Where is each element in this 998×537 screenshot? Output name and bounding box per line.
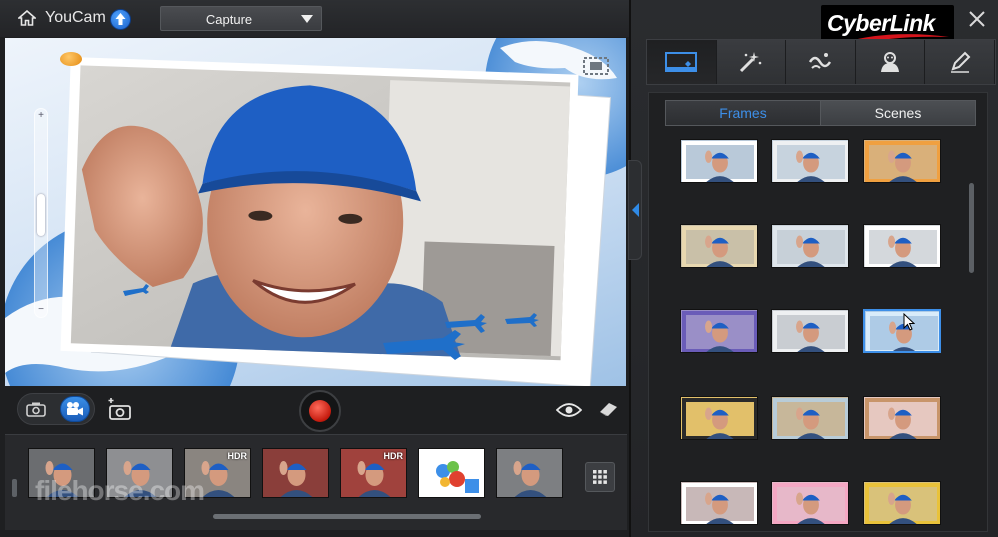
gallery-grid-button[interactable] bbox=[585, 462, 615, 492]
magic-wand-icon bbox=[739, 52, 762, 73]
frame-thumbnail[interactable] bbox=[680, 309, 758, 353]
zoom-slider-thumb[interactable] bbox=[37, 194, 45, 236]
app-title: YouCam bbox=[45, 9, 106, 26]
chevron-left-icon bbox=[632, 203, 639, 217]
frame-toggle-icon[interactable] bbox=[581, 54, 611, 78]
mode-dropdown-value: Capture bbox=[205, 12, 253, 27]
frame-thumbnail[interactable] bbox=[680, 481, 758, 525]
avatar-icon bbox=[881, 52, 900, 72]
gallery-scrollbar[interactable] bbox=[969, 183, 974, 273]
top-bar: YouCam Capture bbox=[0, 0, 630, 37]
grid-icon bbox=[593, 470, 607, 484]
panel-collapse-button[interactable] bbox=[628, 160, 642, 260]
photo-mode-button[interactable] bbox=[21, 396, 51, 422]
frame-thumbnail[interactable] bbox=[771, 224, 849, 268]
zoom-out-icon[interactable]: − bbox=[35, 304, 47, 315]
frame-pin-icon bbox=[60, 52, 82, 66]
scenes-segment[interactable]: Scenes bbox=[820, 101, 975, 125]
particles-icon bbox=[809, 53, 832, 69]
frame-thumbnail[interactable] bbox=[863, 481, 941, 525]
frame-thumbnail[interactable] bbox=[680, 139, 758, 183]
frame-thumbnail[interactable] bbox=[863, 396, 941, 440]
burst-capture-icon[interactable] bbox=[105, 396, 135, 422]
update-arrow-icon[interactable] bbox=[110, 9, 131, 30]
frame-thumbnail[interactable] bbox=[680, 396, 758, 440]
mode-dropdown[interactable]: Capture bbox=[160, 6, 322, 31]
zoom-slider[interactable]: + − bbox=[34, 108, 48, 318]
record-button[interactable] bbox=[299, 390, 341, 432]
frame-thumbnail[interactable] bbox=[771, 396, 849, 440]
frame-thumbnail[interactable] bbox=[771, 481, 849, 525]
zoom-in-icon[interactable]: + bbox=[35, 110, 47, 121]
photo-thumbnail[interactable] bbox=[262, 448, 329, 498]
record-icon bbox=[309, 400, 331, 422]
effects-tab-bar bbox=[646, 39, 996, 85]
frame-thumbnail[interactable] bbox=[863, 139, 941, 183]
capture-toolbar bbox=[15, 390, 625, 432]
tab-particles[interactable] bbox=[786, 40, 856, 84]
tab-avatar[interactable] bbox=[855, 40, 926, 84]
hdr-badge: HDR bbox=[383, 451, 404, 461]
home-icon[interactable] bbox=[18, 10, 36, 26]
video-camera-icon bbox=[67, 402, 83, 416]
tab-frames[interactable] bbox=[647, 40, 717, 84]
photo-thumbnail[interactable]: HDR bbox=[340, 448, 407, 498]
frame-thumbnail[interactable] bbox=[680, 224, 758, 268]
tab-draw[interactable] bbox=[925, 40, 995, 84]
frame-thumbnail[interactable] bbox=[771, 139, 849, 183]
eraser-icon[interactable] bbox=[597, 401, 619, 417]
camera-preview[interactable]: + − bbox=[5, 38, 626, 386]
eye-icon[interactable] bbox=[556, 402, 582, 418]
media-thumbnail-strip: HDR HDR filehorse.com bbox=[5, 434, 627, 530]
frame-icon bbox=[665, 52, 698, 72]
chevron-down-icon bbox=[301, 15, 313, 23]
frames-scenes-toggle: Frames Scenes bbox=[665, 100, 976, 126]
youcam-window: YouCam Capture + − HDR HDR filehorse.com… bbox=[0, 0, 998, 537]
camera-icon bbox=[26, 402, 46, 417]
tab-effects[interactable] bbox=[716, 40, 787, 84]
close-icon[interactable] bbox=[968, 10, 986, 28]
mouse-cursor-icon bbox=[903, 313, 915, 331]
strip-handle[interactable] bbox=[12, 479, 17, 497]
photo-thumbnail[interactable] bbox=[496, 448, 563, 498]
hdr-badge: HDR bbox=[227, 451, 248, 461]
capture-mode-toggle bbox=[17, 393, 95, 425]
strip-scrollbar[interactable] bbox=[213, 514, 481, 519]
frame-thumbnail[interactable] bbox=[771, 309, 849, 353]
frames-segment[interactable]: Frames bbox=[666, 101, 820, 125]
frame-thumbnail[interactable] bbox=[863, 309, 941, 353]
frame-thumbnail[interactable] bbox=[863, 224, 941, 268]
travel-frame-overlay bbox=[5, 38, 626, 386]
video-thumbnail[interactable] bbox=[418, 448, 485, 498]
pencil-icon bbox=[950, 51, 971, 73]
watermark-text: filehorse.com bbox=[35, 475, 205, 506]
video-mode-button[interactable] bbox=[60, 396, 90, 422]
